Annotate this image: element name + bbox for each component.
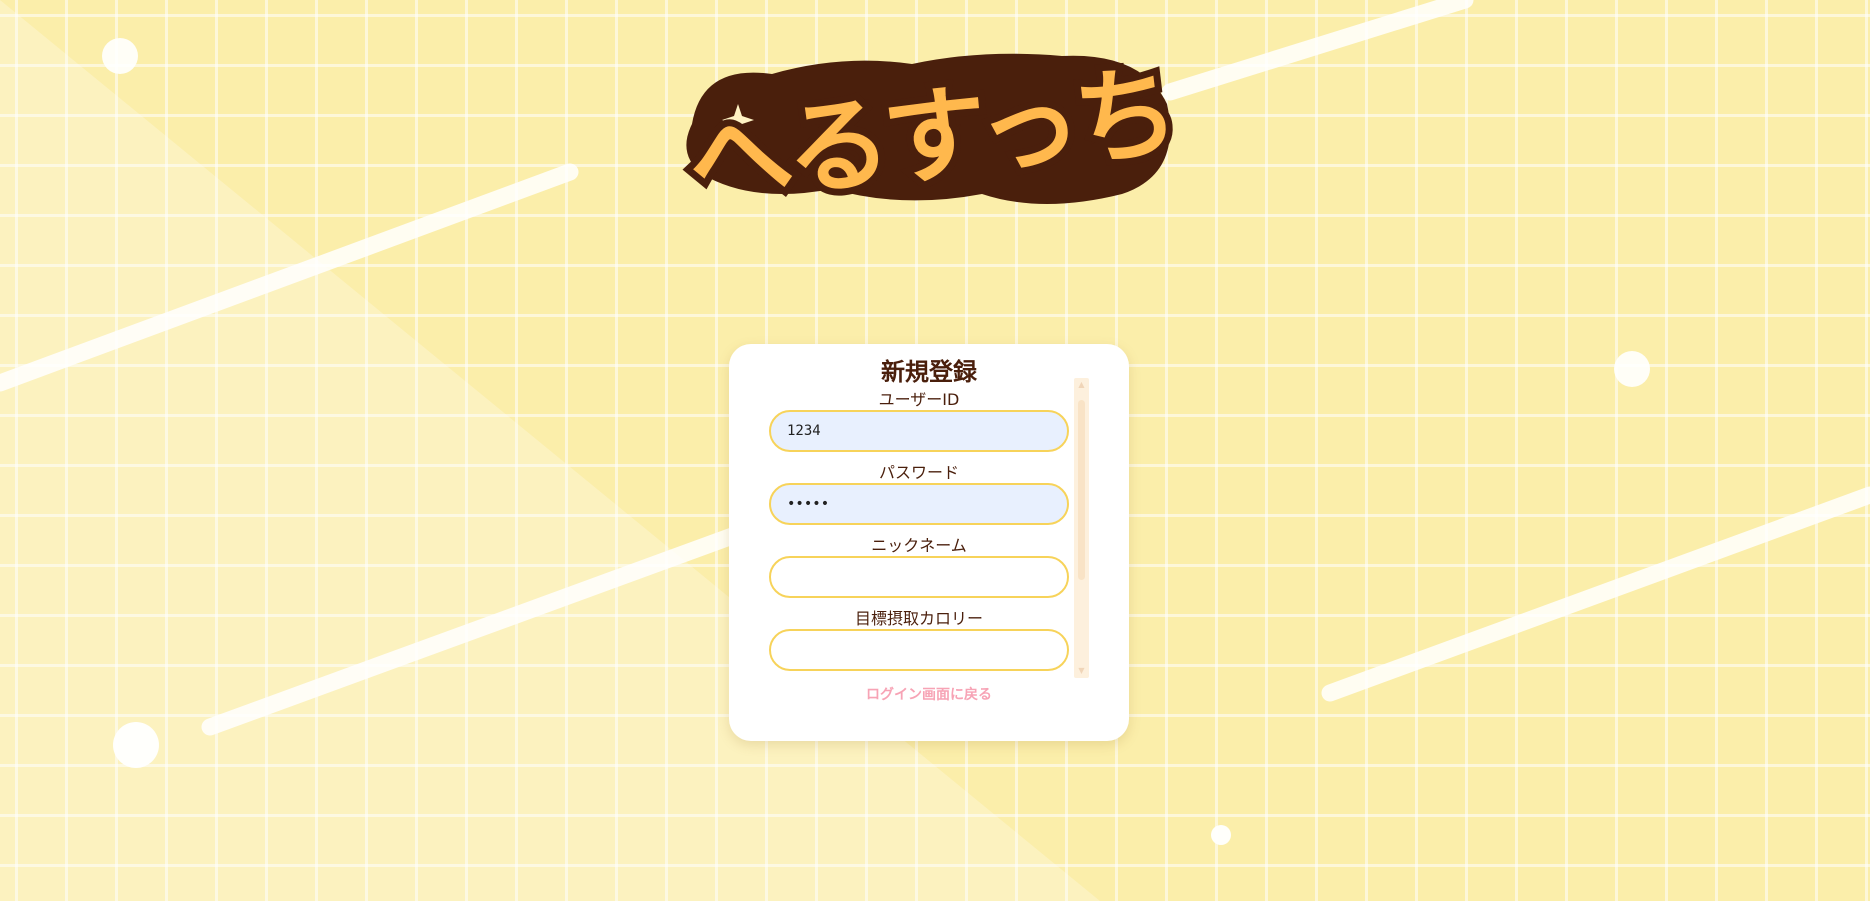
calorie-goal-label: 目標摂取カロリー (854, 609, 983, 628)
nickname-input[interactable] (769, 556, 1069, 598)
user-id-field-group: ユーザーID (769, 390, 1069, 452)
nickname-label: ニックネーム (871, 536, 967, 555)
scrollbar-thumb[interactable] (1078, 400, 1085, 580)
nickname-field-group: ニックネーム (769, 536, 1069, 598)
register-form-scroll-area[interactable]: ユーザーID パスワード ニックネーム 目標摂取カロリー (769, 390, 1069, 678)
form-scrollbar[interactable]: ▲ ▼ (1074, 378, 1089, 678)
password-input[interactable] (769, 483, 1069, 525)
scroll-up-arrow-icon[interactable]: ▲ (1074, 378, 1089, 392)
register-card: 新規登録 ユーザーID パスワード ニックネーム 目標摂取カロリー ▲ ▼ ログ… (729, 344, 1129, 741)
app-logo: へるすっち (676, 43, 1186, 229)
calorie-goal-field-group: 目標摂取カロリー (769, 609, 1069, 671)
user-id-input[interactable] (769, 410, 1069, 452)
calorie-goal-input[interactable] (769, 629, 1069, 671)
password-label: パスワード (878, 463, 959, 482)
scroll-down-arrow-icon[interactable]: ▼ (1074, 664, 1089, 678)
user-id-label: ユーザーID (878, 390, 960, 409)
page-title: 新規登録 (881, 358, 977, 386)
back-to-login-link[interactable]: ログイン画面に戻る (729, 684, 1129, 704)
password-field-group: パスワード (769, 463, 1069, 525)
